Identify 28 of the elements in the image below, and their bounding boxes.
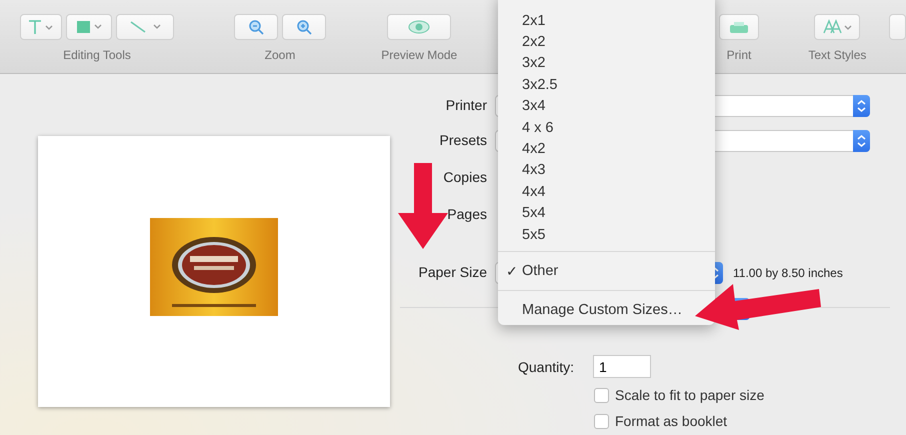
field-label: Copies xyxy=(443,169,487,185)
field-label: Paper Size xyxy=(418,264,487,280)
checkbox-label: Scale to fit to paper size xyxy=(615,387,764,403)
toolbar-label: Preview Mode xyxy=(381,48,458,62)
quantity-label: Quantity: xyxy=(518,358,576,374)
checkbox-label: Format as booklet xyxy=(615,413,728,429)
menu-item[interactable]: 4x2 xyxy=(498,138,546,160)
field-label: Printer xyxy=(446,96,487,112)
menu-item[interactable]: 3x2.5 xyxy=(498,74,558,96)
menu-item[interactable]: Manage Custom Sizes… xyxy=(498,297,682,324)
menu-item[interactable]: 5x5 xyxy=(498,224,546,246)
field-label: Pages xyxy=(447,206,487,222)
menu-item[interactable]: 2x1 xyxy=(498,10,546,32)
menu-item[interactable]: ✓ Other xyxy=(498,258,558,284)
field-label: Presets xyxy=(440,132,487,148)
menu-item[interactable]: 5x4 xyxy=(498,202,546,224)
menu-item[interactable]: 4x4 xyxy=(498,181,546,203)
toolbar-label: Print xyxy=(726,48,752,62)
menu-item[interactable]: 2x2 xyxy=(498,31,546,53)
toolbar-label: Zoom xyxy=(264,48,296,62)
menu-item[interactable]: 4 x 6 xyxy=(498,116,554,138)
paper-dimensions: 11.00 by 8.50 inches xyxy=(733,266,843,280)
menu-item[interactable]: 3x4 xyxy=(498,96,546,117)
menu-item[interactable]: 3x2 xyxy=(498,52,546,74)
toolbar-label: Editing Tools xyxy=(63,48,131,62)
menu-item[interactable]: 4x3 xyxy=(498,160,546,182)
quantity-field[interactable]: 1 xyxy=(593,355,651,378)
toolbar-label: Text Styles xyxy=(808,48,866,62)
